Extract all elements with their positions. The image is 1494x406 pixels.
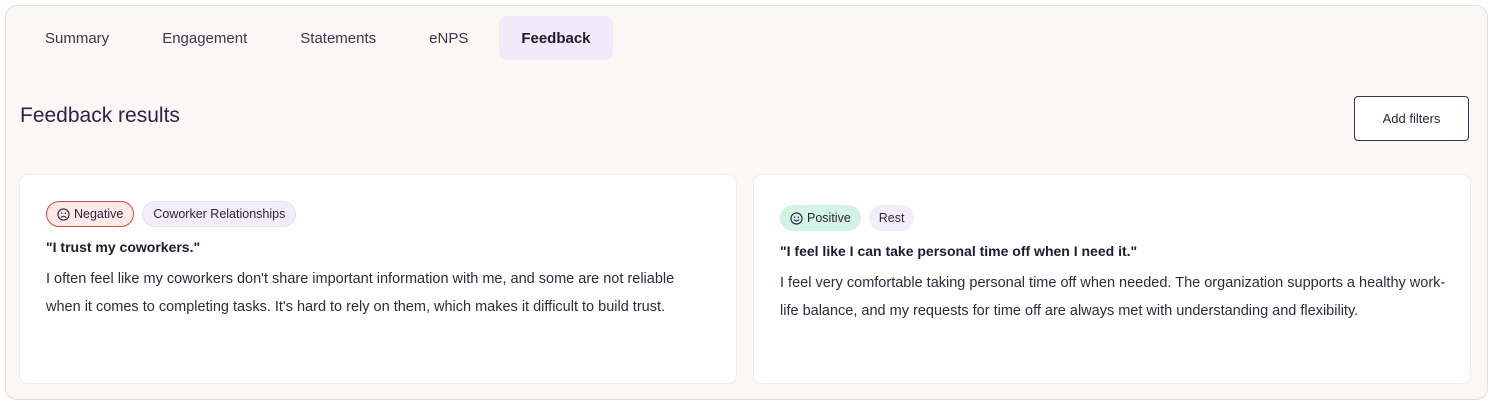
feedback-panel: Summary Engagement Statements eNPS Feedb… bbox=[5, 5, 1488, 400]
tab-statements[interactable]: Statements bbox=[278, 16, 398, 60]
tab-summary[interactable]: Summary bbox=[23, 16, 131, 60]
page-title: Feedback results bbox=[20, 104, 180, 127]
sentiment-label: Negative bbox=[74, 207, 124, 221]
feedback-list: Negative Coworker Relationships "I trust… bbox=[20, 175, 1470, 383]
sentiment-badge-positive: Positive bbox=[780, 205, 861, 231]
feedback-statement: "I trust my coworkers." bbox=[46, 239, 201, 255]
feedback-comment: I feel very comfortable taking personal … bbox=[780, 275, 1446, 319]
sad-face-icon bbox=[57, 207, 70, 221]
sentiment-label: Positive bbox=[807, 211, 851, 225]
category-badge: Coworker Relationships bbox=[142, 201, 297, 227]
feedback-card: Positive Rest "I feel like I can take pe… bbox=[754, 175, 1470, 383]
feedback-statement: "I feel like I can take personal time of… bbox=[780, 243, 1138, 259]
tab-enps[interactable]: eNPS bbox=[407, 16, 490, 60]
tab-engagement[interactable]: Engagement bbox=[140, 16, 269, 60]
feedback-card: Negative Coworker Relationships "I trust… bbox=[20, 175, 736, 383]
smile-face-icon bbox=[790, 211, 803, 225]
category-badge: Rest bbox=[868, 205, 915, 231]
tab-bar: Summary Engagement Statements eNPS Feedb… bbox=[23, 16, 613, 60]
add-filters-button[interactable]: Add filters bbox=[1354, 96, 1469, 141]
sentiment-badge-negative: Negative bbox=[46, 201, 135, 227]
feedback-comment: I often feel like my coworkers don't sha… bbox=[46, 271, 675, 315]
tag-row: Positive Rest bbox=[780, 205, 1444, 231]
tag-row: Negative Coworker Relationships bbox=[46, 201, 710, 227]
tab-feedback[interactable]: Feedback bbox=[499, 16, 613, 60]
